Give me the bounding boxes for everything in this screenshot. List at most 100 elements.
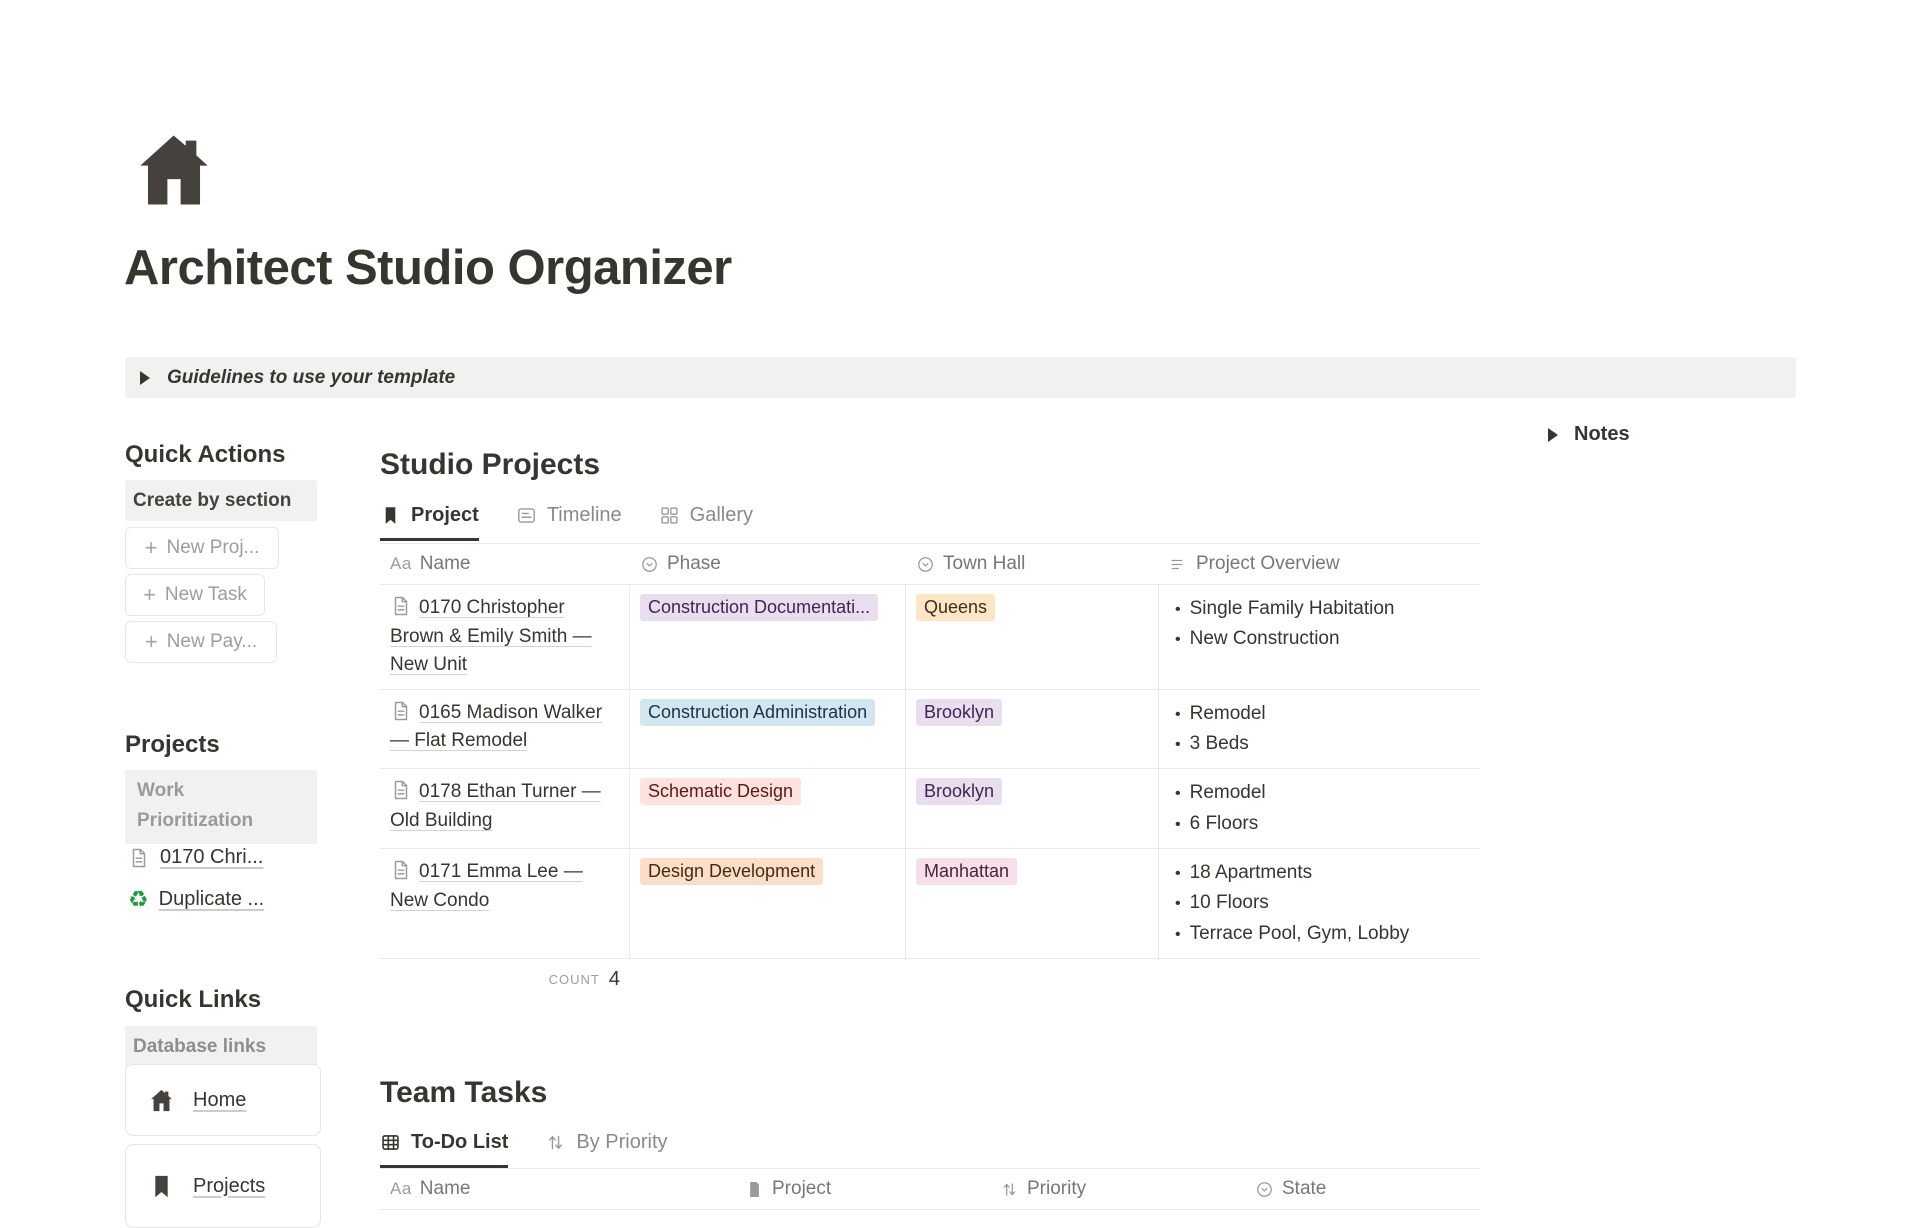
- create-by-section-label: Create by section: [125, 480, 317, 521]
- guidelines-label: Guidelines to use your template: [167, 367, 455, 389]
- column-header-project-overview[interactable]: Project Overview: [1159, 544, 1480, 584]
- page-solid-icon: [745, 1180, 764, 1199]
- column-header-name[interactable]: Name: [380, 1169, 735, 1209]
- town-hall-tag: Brooklyn: [916, 699, 1002, 726]
- new-payment-button[interactable]: New Pay...: [125, 621, 277, 663]
- column-header-priority[interactable]: Priority: [990, 1169, 1245, 1209]
- project-name-cell[interactable]: 0178 Ethan Turner — Old Building: [380, 769, 630, 848]
- new-task-button[interactable]: New Task: [125, 574, 265, 616]
- tab-project[interactable]: Project: [380, 504, 479, 541]
- table-row: 0171 Emma Lee — New Condo Design Develop…: [380, 849, 1480, 959]
- new-task-label: New Task: [165, 584, 247, 606]
- project-name-link: 0165 Madison Walker — Flat Remodel: [390, 702, 602, 752]
- plus-icon: [145, 537, 158, 559]
- page-icon: [390, 700, 412, 722]
- work-prioritization-label: Work Prioritization: [125, 770, 317, 844]
- town-hall-tag: Brooklyn: [916, 778, 1002, 805]
- column-header-town-hall[interactable]: Town Hall: [906, 544, 1159, 584]
- text-type-icon: [390, 554, 412, 574]
- phase-cell[interactable]: Schematic Design: [630, 769, 906, 848]
- project-overview-cell[interactable]: Remodel 6 Floors: [1159, 769, 1480, 848]
- project-name-cell[interactable]: 0170 Christopher Brown & Emily Smith — N…: [380, 585, 630, 689]
- project-name-link: 0171 Emma Lee — New Condo: [390, 861, 583, 911]
- town-hall-tag: Queens: [916, 594, 995, 621]
- bookmark-icon: [380, 505, 401, 526]
- overview-bullet: Remodel: [1175, 699, 1466, 729]
- text-lines-icon: [1169, 555, 1188, 574]
- gallery-icon: [659, 505, 680, 526]
- select-icon: [640, 555, 659, 574]
- overview-bullet: 10 Floors: [1175, 888, 1466, 918]
- phase-tag: Design Development: [640, 858, 823, 885]
- overview-bullet: New Construction: [1175, 624, 1466, 654]
- home-link-card[interactable]: Home: [125, 1064, 321, 1136]
- notes-label: Notes: [1574, 423, 1630, 446]
- count-summary[interactable]: COUNT 4: [380, 959, 630, 999]
- phase-cell[interactable]: Construction Documentati...: [630, 585, 906, 689]
- table-icon: [380, 1132, 401, 1153]
- table-header-row: Name Phase Town Hall Project Overview: [380, 543, 1480, 585]
- phase-cell[interactable]: Construction Administration: [630, 690, 906, 769]
- tab-label: To-Do List: [411, 1131, 508, 1154]
- column-header-phase[interactable]: Phase: [630, 544, 906, 584]
- overview-bullet: Single Family Habitation: [1175, 594, 1466, 624]
- guidelines-toggle[interactable]: Guidelines to use your template: [125, 357, 1796, 398]
- sort-arrows-icon: [545, 1132, 566, 1153]
- project-name-cell[interactable]: 0165 Madison Walker — Flat Remodel: [380, 690, 630, 769]
- town-hall-cell[interactable]: Queens: [906, 585, 1159, 689]
- select-icon: [916, 555, 935, 574]
- page-icon: [390, 779, 412, 801]
- sidebar-link-duplicate[interactable]: Duplicate ...: [128, 888, 264, 911]
- tab-label: Project: [411, 504, 479, 527]
- project-name-cell[interactable]: 0171 Emma Lee — New Condo: [380, 849, 630, 958]
- column-header-state[interactable]: State: [1245, 1169, 1480, 1209]
- column-header-project[interactable]: Project: [735, 1169, 990, 1209]
- sidebar-link-label: Duplicate ...: [159, 888, 265, 911]
- page-home-icon[interactable]: [130, 126, 218, 214]
- town-hall-tag: Manhattan: [916, 858, 1017, 885]
- overview-bullet: Remodel: [1175, 778, 1466, 808]
- sidebar-link-label: 0170 Chri...: [160, 846, 263, 869]
- table-row: 0178 Ethan Turner — Old Building Schemat…: [380, 769, 1480, 849]
- tab-timeline[interactable]: Timeline: [516, 504, 622, 541]
- project-overview-cell[interactable]: 18 Apartments 10 Floors Terrace Pool, Gy…: [1159, 849, 1480, 958]
- phase-tag: Construction Administration: [640, 699, 875, 726]
- team-tasks-tabs: To-Do List By Priority: [380, 1131, 668, 1168]
- town-hall-cell[interactable]: Brooklyn: [906, 690, 1159, 769]
- project-overview-cell[interactable]: Remodel 3 Beds: [1159, 690, 1480, 769]
- plus-icon: [145, 631, 158, 653]
- text-type-icon: [390, 1179, 412, 1199]
- tab-gallery[interactable]: Gallery: [659, 504, 753, 541]
- timeline-icon: [516, 505, 537, 526]
- page-icon: [128, 847, 150, 869]
- database-links-label: Database links: [125, 1026, 317, 1068]
- new-project-button[interactable]: New Proj...: [125, 527, 279, 569]
- town-hall-cell[interactable]: Brooklyn: [906, 769, 1159, 848]
- overview-bullet: 18 Apartments: [1175, 858, 1466, 888]
- studio-projects-tabs: Project Timeline Gallery: [380, 504, 753, 541]
- new-payment-label: New Pay...: [167, 631, 257, 653]
- tab-label: By Priority: [576, 1131, 667, 1154]
- project-overview-cell[interactable]: Single Family Habitation New Constructio…: [1159, 585, 1480, 689]
- tab-label: Gallery: [690, 504, 753, 527]
- sort-arrows-icon: [1000, 1180, 1019, 1199]
- recycle-icon: [128, 888, 149, 911]
- projects-link-card[interactable]: Projects: [125, 1144, 321, 1228]
- town-hall-cell[interactable]: Manhattan: [906, 849, 1159, 958]
- team-tasks-table: Name Project Priority State: [380, 1168, 1480, 1210]
- column-header-name[interactable]: Name: [380, 544, 630, 584]
- team-tasks-heading: Team Tasks: [380, 1076, 547, 1110]
- home-icon: [130, 126, 218, 214]
- notes-toggle[interactable]: Notes: [1548, 423, 1630, 446]
- tab-to-do-list[interactable]: To-Do List: [380, 1131, 508, 1168]
- quick-actions-heading: Quick Actions: [125, 441, 285, 469]
- quick-links-heading: Quick Links: [125, 986, 261, 1014]
- phase-tag: Schematic Design: [640, 778, 801, 805]
- sidebar-link-project-0170[interactable]: 0170 Chri...: [128, 846, 263, 869]
- home-link-label: Home: [193, 1089, 246, 1112]
- studio-projects-heading: Studio Projects: [380, 448, 600, 482]
- phase-cell[interactable]: Design Development: [630, 849, 906, 958]
- plus-icon: [143, 584, 156, 606]
- tab-by-priority[interactable]: By Priority: [545, 1131, 667, 1168]
- bookmark-icon: [148, 1173, 175, 1200]
